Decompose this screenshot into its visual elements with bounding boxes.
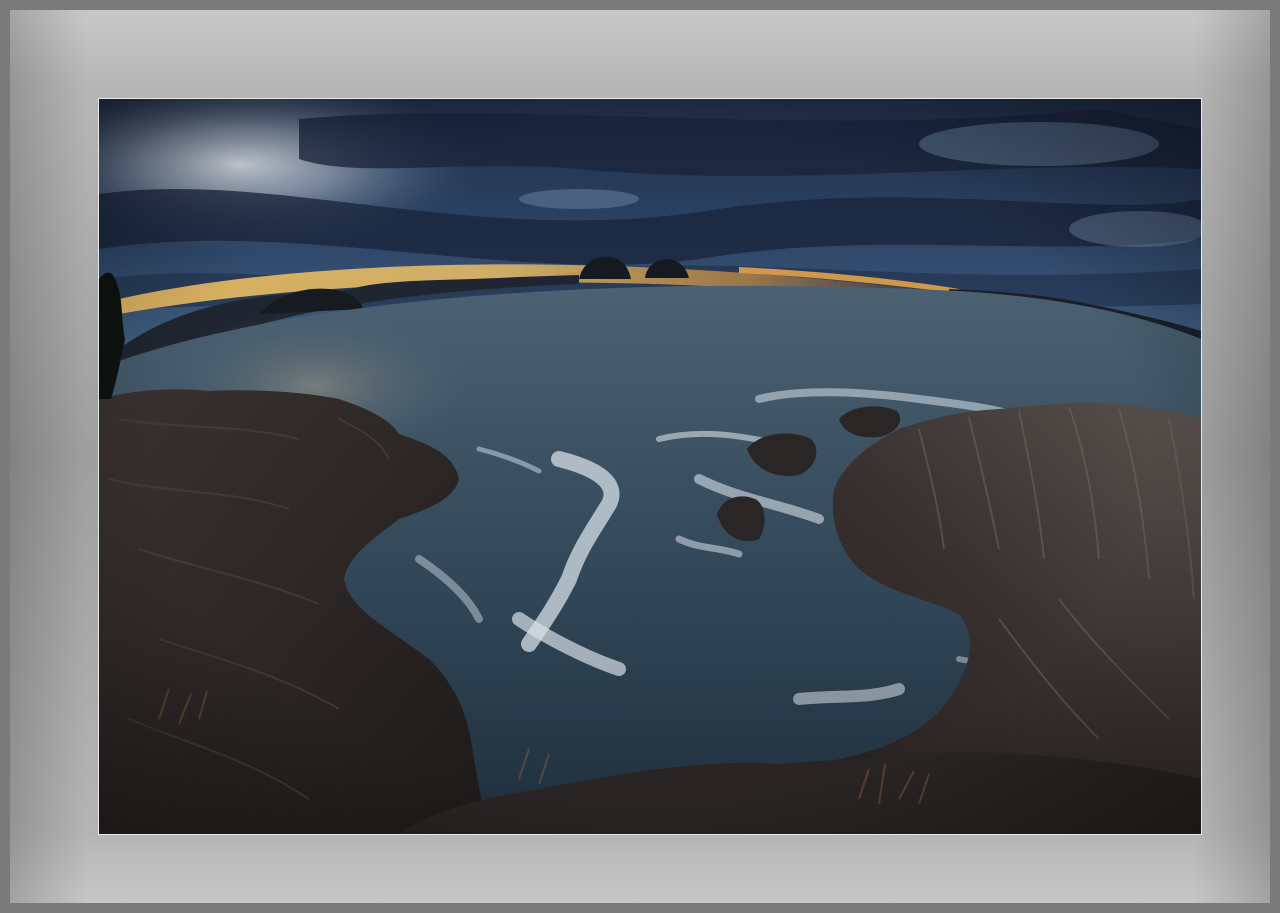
photograph xyxy=(98,98,1202,835)
picture-frame xyxy=(0,0,1280,913)
coastline-scene xyxy=(99,99,1201,834)
vignette xyxy=(99,99,1201,834)
